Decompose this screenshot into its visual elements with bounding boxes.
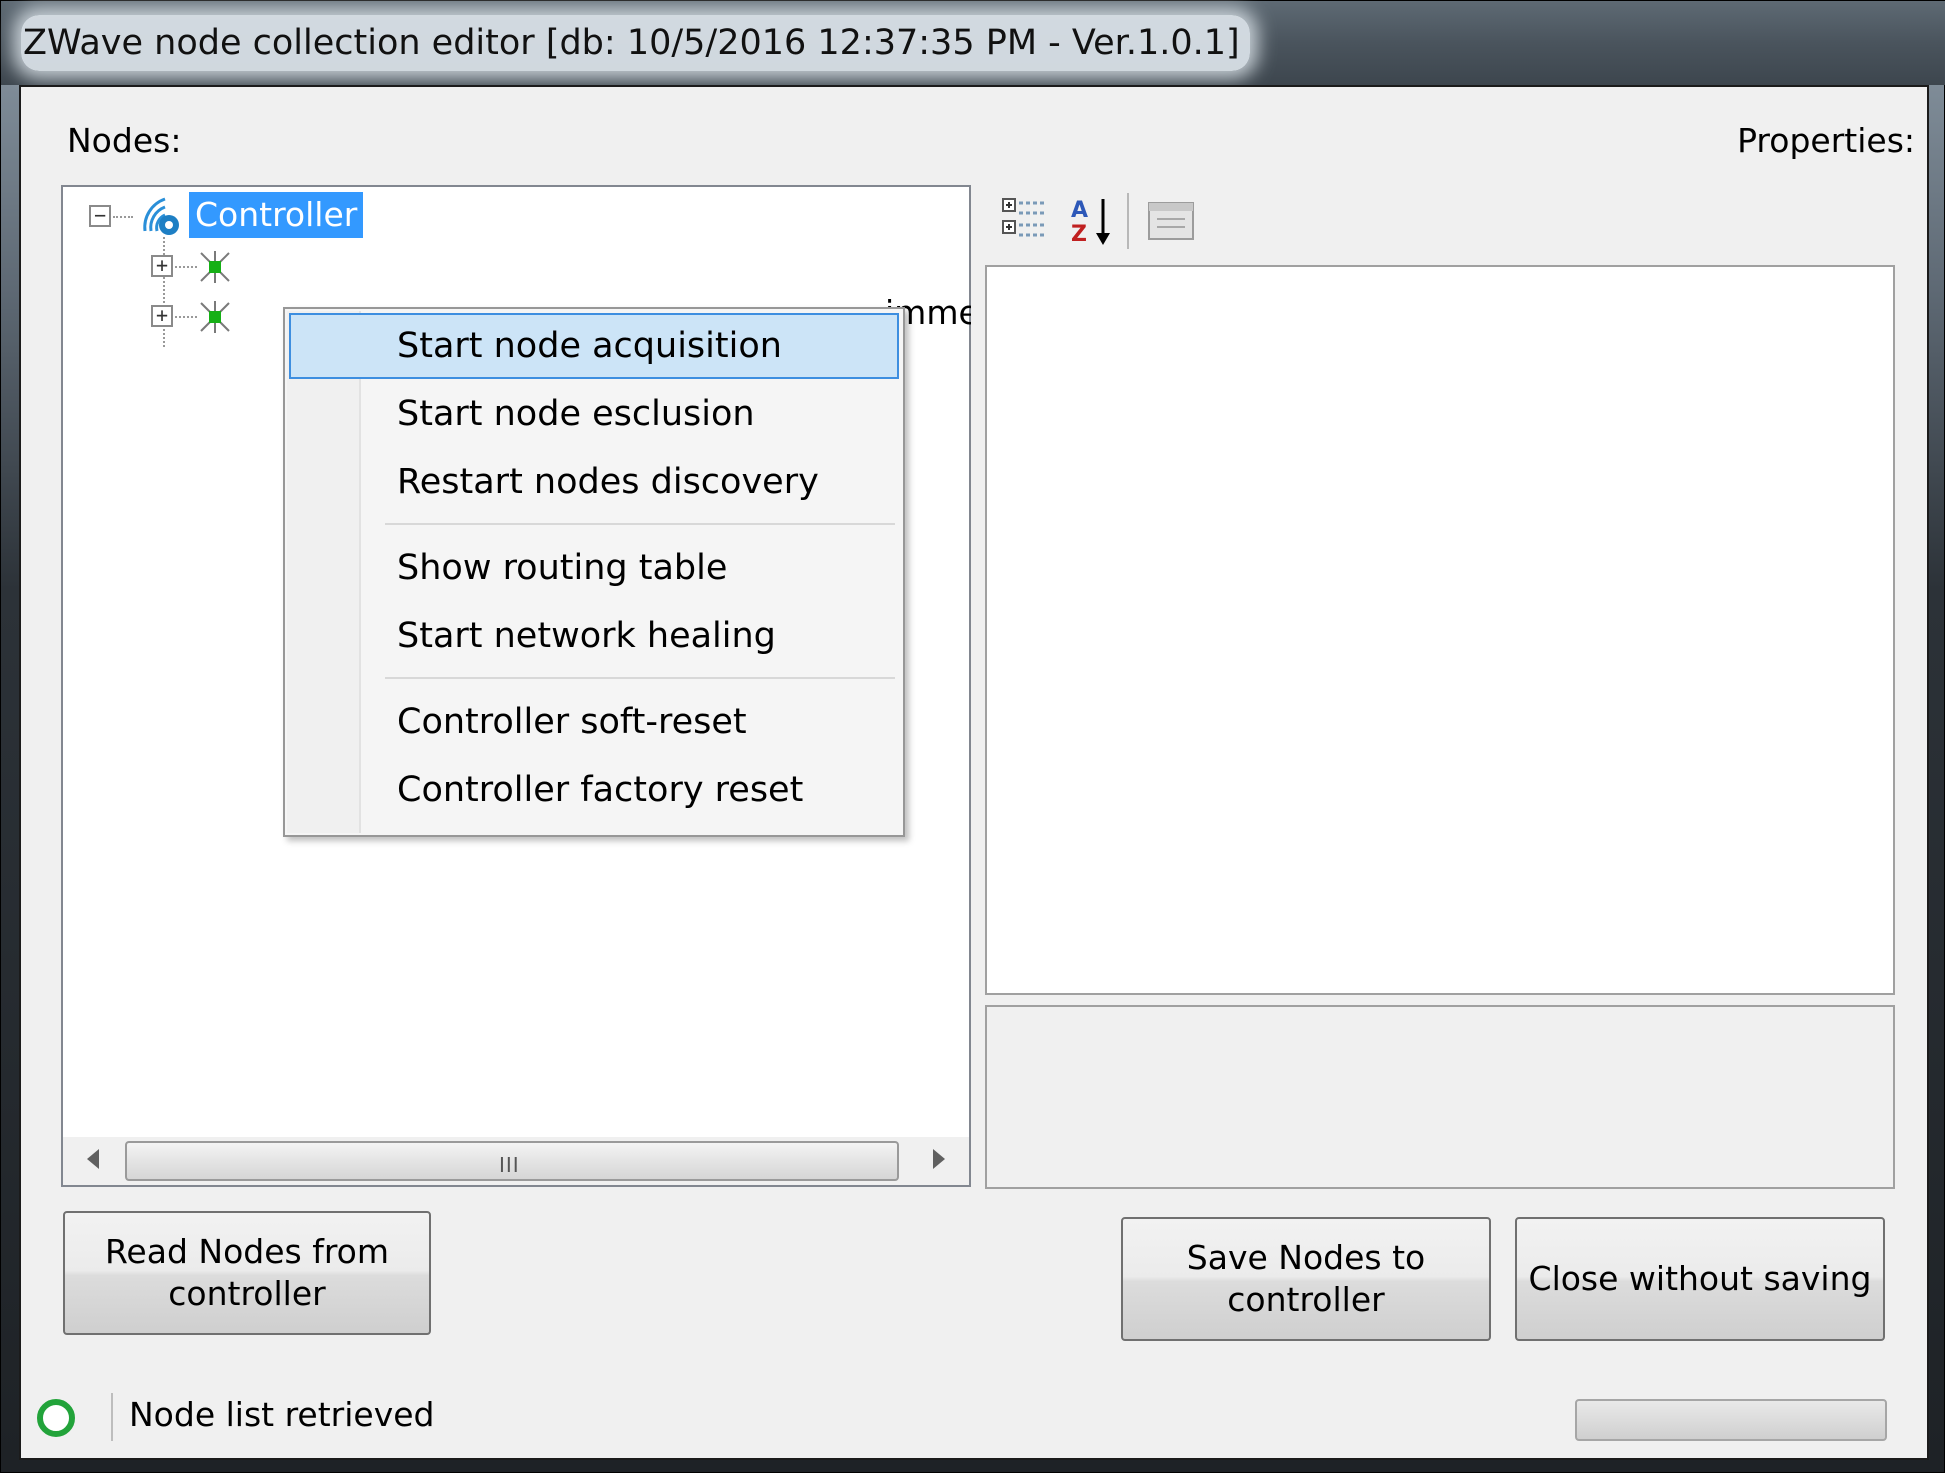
- menu-separator: [385, 677, 895, 679]
- tree-expand-icon[interactable]: +: [151, 305, 173, 327]
- status-indicator-icon: [37, 1399, 75, 1437]
- close-without-saving-button[interactable]: Close without saving: [1515, 1217, 1885, 1341]
- properties-label: Properties:: [1737, 121, 1915, 160]
- menu-item-controller-soft-reset[interactable]: Controller soft-reset: [289, 689, 899, 755]
- property-grid[interactable]: [985, 265, 1895, 995]
- property-description-pane: [985, 1005, 1895, 1189]
- tree-connector: [113, 216, 133, 218]
- toolbar-separator: [1127, 193, 1129, 249]
- client-area: Nodes: Properties: − Controller + + imme…: [19, 85, 1929, 1460]
- menu-item-show-routing-table[interactable]: Show routing table: [289, 535, 899, 601]
- menu-item-controller-factory-reset[interactable]: Controller factory reset: [289, 757, 899, 823]
- menu-item-start-node-acquisition[interactable]: Start node acquisition: [289, 313, 899, 379]
- tree-expand-icon[interactable]: +: [151, 255, 173, 277]
- menu-item-restart-nodes-discovery[interactable]: Restart nodes discovery: [289, 449, 899, 515]
- scroll-right-icon[interactable]: [933, 1149, 945, 1169]
- alphabetical-sort-icon[interactable]: A Z: [1067, 195, 1119, 247]
- read-nodes-button[interactable]: Read Nodes from controller: [63, 1211, 431, 1335]
- menu-item-start-network-healing[interactable]: Start network healing: [289, 603, 899, 669]
- controller-wireless-icon: [143, 197, 179, 235]
- tree-connector: [175, 266, 197, 268]
- title-bar[interactable]: ZWave node collection editor [db: 10/5/2…: [1, 1, 1945, 85]
- scrollbar-grip: III: [499, 1153, 520, 1177]
- scroll-left-icon[interactable]: [87, 1149, 99, 1169]
- status-text: Node list retrieved: [129, 1395, 435, 1434]
- status-separator: [111, 1393, 113, 1441]
- property-pages-icon: [1148, 202, 1194, 240]
- status-bar: Node list retrieved: [21, 1377, 1927, 1458]
- menu-item-start-node-esclusion[interactable]: Start node esclusion: [289, 381, 899, 447]
- scrollbar-thumb[interactable]: III: [125, 1141, 899, 1181]
- nodes-label: Nodes:: [67, 121, 182, 160]
- svg-text:A: A: [1071, 198, 1088, 223]
- properties-toolbar: A Z: [985, 189, 1895, 249]
- app-window: ZWave node collection editor [db: 10/5/2…: [0, 0, 1945, 1473]
- window-title: ZWave node collection editor [db: 10/5/2…: [21, 15, 1250, 71]
- svg-text:Z: Z: [1071, 222, 1087, 247]
- tree-node-controller[interactable]: Controller: [189, 192, 364, 238]
- controller-context-menu: Start node acquisition Start node esclus…: [283, 307, 905, 837]
- tree-horizontal-scrollbar[interactable]: III: [63, 1137, 969, 1185]
- progress-bar: [1575, 1399, 1887, 1441]
- menu-separator: [385, 523, 895, 525]
- zwave-node-icon: [200, 301, 230, 333]
- categorized-view-icon[interactable]: [1001, 195, 1053, 247]
- tree-connector: [175, 316, 197, 318]
- tree-collapse-icon[interactable]: −: [89, 205, 111, 227]
- zwave-node-icon: [200, 251, 230, 283]
- save-nodes-button[interactable]: Save Nodes to controller: [1121, 1217, 1491, 1341]
